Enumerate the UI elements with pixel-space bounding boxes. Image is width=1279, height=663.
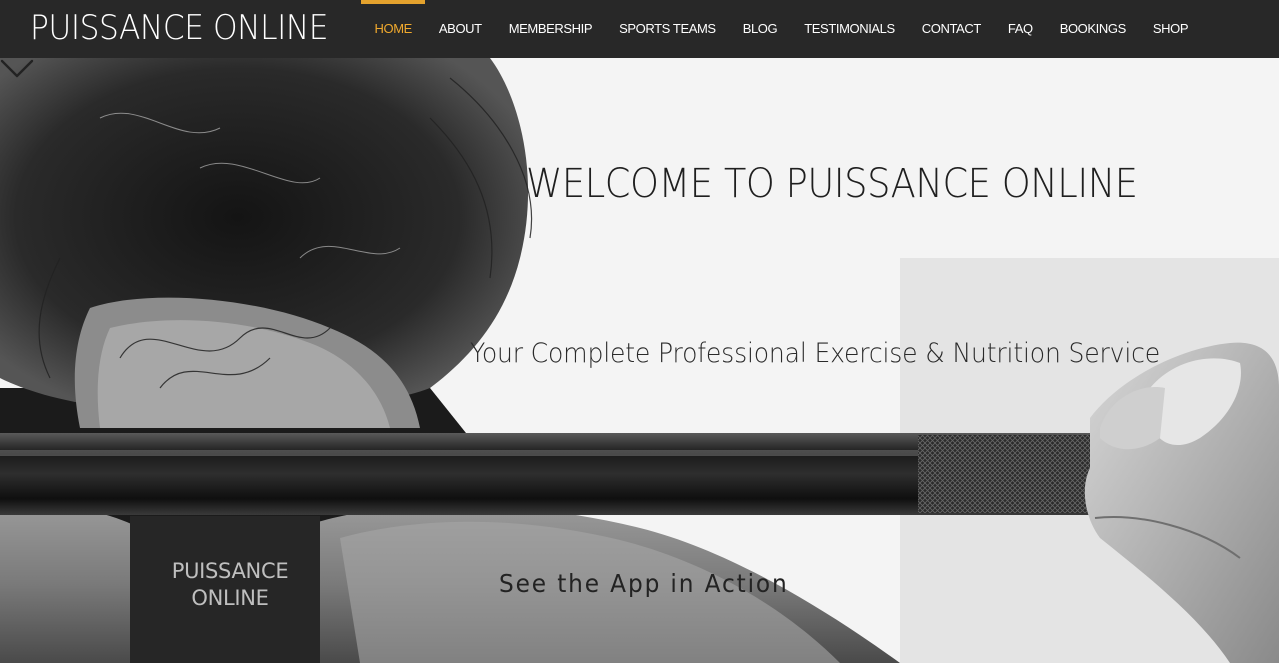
site-logo[interactable]: PUISSANCE ONLINE [30,8,329,48]
hero-title: WELCOME TO PUISSANCE ONLINE [526,161,1138,207]
nav-item-sports-teams[interactable]: SPORTS TEAMS [606,0,730,58]
chevron-down-icon[interactable] [0,58,34,80]
nav-item-faq[interactable]: FAQ [994,0,1046,58]
strap-logo-line-2: ONLINE [191,586,269,610]
hero-subtitle: Your Complete Professional Exercise & Nu… [470,338,1161,369]
nav-item-membership[interactable]: MEMBERSHIP [495,0,605,58]
nav-item-testimonials[interactable]: TESTIMONIALS [791,0,909,58]
nav-item-blog[interactable]: BLOG [729,0,791,58]
main-nav: HOME ABOUT MEMBERSHIP SPORTS TEAMS BLOG … [361,0,1202,58]
nav-item-shop[interactable]: SHOP [1139,0,1201,58]
nav-item-home[interactable]: HOME [361,0,426,58]
nav-item-contact[interactable]: CONTACT [908,0,994,58]
strap-logo-line-1: PUISSANCE [171,559,289,583]
nav-item-about[interactable]: ABOUT [425,0,495,58]
site-header: PUISSANCE ONLINE HOME ABOUT MEMBERSHIP S… [0,0,1279,58]
strap-logo: PUISSANCE ONLINE [160,558,300,612]
hero-section: WELCOME TO PUISSANCE ONLINE Your Complet… [0,58,1279,663]
nav-item-bookings[interactable]: BOOKINGS [1046,0,1139,58]
see-app-in-action-link[interactable]: See the App in Action [499,569,789,598]
